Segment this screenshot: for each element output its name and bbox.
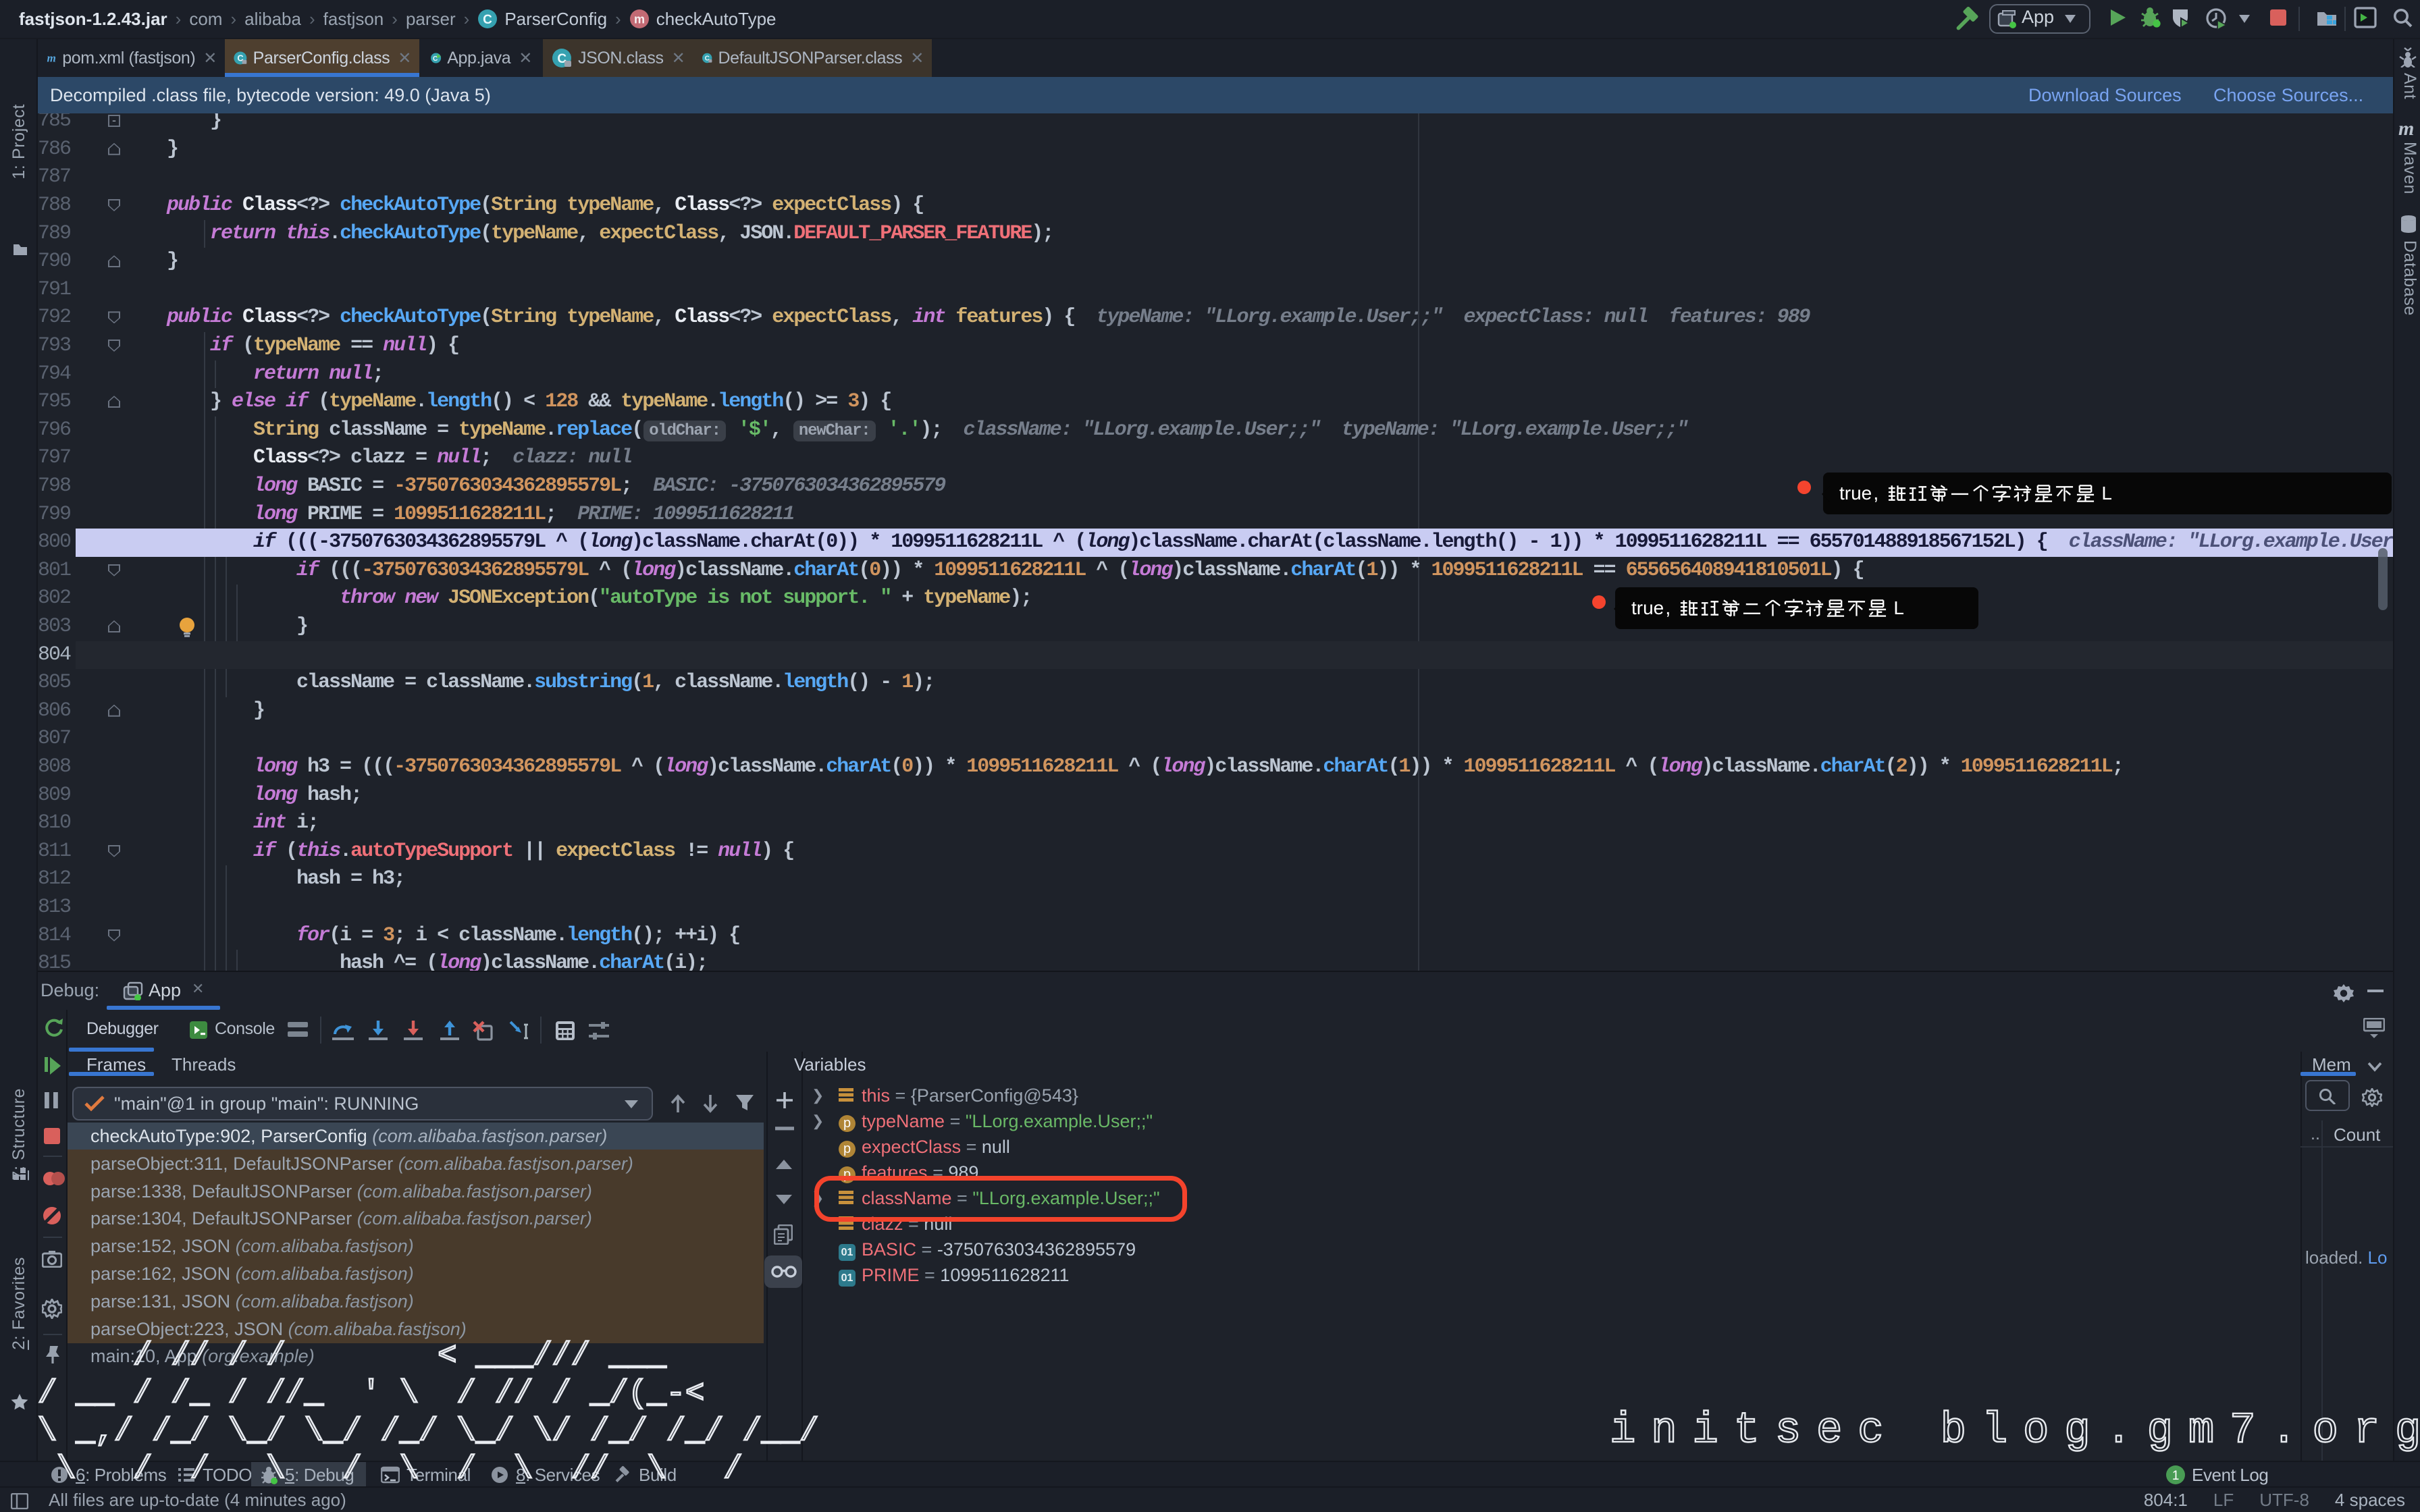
svg-text:1: 1 (2172, 1469, 2179, 1483)
svg-text:m: m (634, 13, 645, 26)
svg-text:m: m (47, 52, 56, 65)
svg-text:C: C (483, 13, 492, 27)
